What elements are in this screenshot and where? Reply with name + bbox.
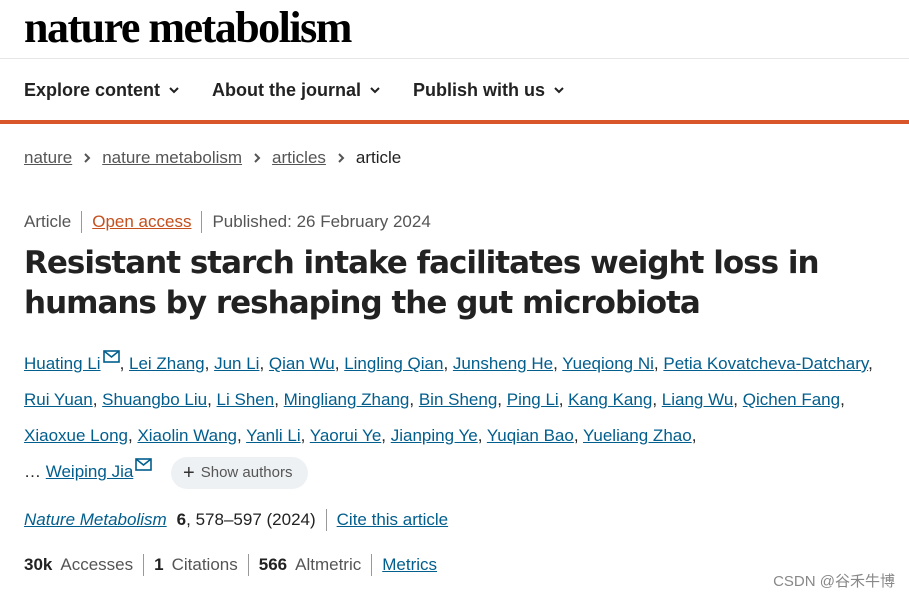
- main-nav: Explore content About the journal Publis…: [24, 76, 597, 104]
- divider: [325, 509, 327, 531]
- author-link[interactable]: Lei Zhang: [129, 354, 205, 373]
- article-type: Article: [24, 212, 72, 231]
- volume: 6: [176, 510, 187, 529]
- show-authors-label: Show authors: [200, 463, 293, 481]
- author-link[interactable]: Kang Kang: [568, 390, 652, 409]
- author-link[interactable]: Yaorui Ye: [310, 426, 382, 445]
- show-authors-button[interactable]: + Show authors: [171, 456, 309, 489]
- article-meta: Article Open access Published: 26 Februa…: [24, 211, 431, 233]
- author-link[interactable]: Yueqiong Ni: [562, 354, 654, 373]
- nav-about-the-journal-label: About the journal: [212, 79, 362, 100]
- chevron-down-icon: [169, 87, 179, 94]
- chevron-right-icon: [254, 153, 261, 163]
- altmetric-label: Altmetric: [295, 555, 362, 574]
- open-access-link[interactable]: Open access: [92, 212, 191, 232]
- author-link[interactable]: Mingliang Zhang: [284, 390, 410, 409]
- nav-publish-with-us[interactable]: Publish with us: [413, 76, 565, 104]
- mail-icon[interactable]: [102, 350, 120, 363]
- plus-icon: +: [183, 461, 195, 484]
- author-link[interactable]: Xiaoxue Long: [24, 426, 128, 445]
- divider: [143, 554, 145, 576]
- author-list: Huating Li, Lei Zhang, Jun Li, Qian Wu, …: [24, 346, 884, 490]
- chevron-right-icon: [338, 153, 345, 163]
- nav-explore-content[interactable]: Explore content: [24, 76, 180, 104]
- citation-line: Nature Metabolism 6 , 578–597 (2024) Cit…: [24, 509, 448, 531]
- metrics-link[interactable]: Metrics: [382, 555, 437, 575]
- journal-name[interactable]: Nature Metabolism: [24, 510, 167, 530]
- author-link[interactable]: Ping Li: [507, 390, 559, 409]
- author-link[interactable]: Li Shen: [217, 390, 275, 409]
- author-link[interactable]: Yueliang Zhao: [583, 426, 692, 445]
- accent-bar: [0, 120, 909, 124]
- author-link[interactable]: Weiping Jia: [46, 462, 134, 481]
- breadcrumb-current: article: [355, 148, 402, 167]
- author-link[interactable]: Lingling Qian: [344, 354, 443, 373]
- article-metrics: 30k Accesses 1 Citations 566 Altmetric M…: [24, 554, 437, 576]
- author-link[interactable]: Xiaolin Wang: [137, 426, 237, 445]
- accesses-count: 30k: [24, 555, 53, 574]
- mail-icon[interactable]: [135, 458, 153, 471]
- author-link[interactable]: Rui Yuan: [24, 390, 93, 409]
- author-link[interactable]: Bin Sheng: [419, 390, 497, 409]
- breadcrumb-nature-metabolism[interactable]: nature metabolism: [102, 148, 242, 168]
- nav-publish-with-us-label: Publish with us: [413, 79, 546, 100]
- divider: [81, 211, 83, 233]
- author-link[interactable]: Junsheng He: [453, 354, 553, 373]
- author-link[interactable]: Qian Wu: [269, 354, 335, 373]
- divider: [371, 554, 373, 576]
- nav-about-the-journal[interactable]: About the journal: [212, 76, 381, 104]
- chevron-down-icon: [370, 87, 380, 94]
- published-date: Published: 26 February 2024: [212, 212, 431, 231]
- chevron-right-icon: [84, 153, 91, 163]
- divider: [201, 211, 203, 233]
- author-link[interactable]: Qichen Fang: [743, 390, 840, 409]
- author-link[interactable]: Liang Wu: [662, 390, 734, 409]
- altmetric-score: 566: [258, 555, 288, 574]
- article-title: Resistant starch intake facilitates weig…: [24, 245, 820, 321]
- header-divider: [0, 58, 909, 59]
- breadcrumb: nature nature metabolism articles articl…: [24, 148, 401, 168]
- divider: [247, 554, 249, 576]
- author-link[interactable]: Petia Kovatcheva-Datchary: [663, 354, 868, 373]
- author-link[interactable]: Jianping Ye: [391, 426, 478, 445]
- nav-explore-content-label: Explore content: [24, 79, 161, 100]
- author-ellipsis: …: [24, 462, 41, 481]
- author-link[interactable]: Huating Li: [24, 354, 101, 373]
- pages-year: , 578–597 (2024): [186, 510, 316, 529]
- citations-count: 1: [154, 555, 164, 574]
- journal-logo[interactable]: nature metabolism: [24, 4, 352, 52]
- cite-this-article-link[interactable]: Cite this article: [337, 510, 448, 530]
- watermark: CSDN @谷禾牛博: [773, 573, 895, 590]
- breadcrumb-articles[interactable]: articles: [272, 148, 326, 168]
- author-link[interactable]: Yuqian Bao: [487, 426, 574, 445]
- author-link[interactable]: Shuangbo Liu: [102, 390, 207, 409]
- citations-label: Citations: [171, 555, 238, 574]
- author-link[interactable]: Yanli Li: [246, 426, 301, 445]
- accesses-label: Accesses: [60, 555, 134, 574]
- breadcrumb-nature[interactable]: nature: [24, 148, 72, 168]
- author-link[interactable]: Jun Li: [214, 354, 259, 373]
- chevron-down-icon: [554, 87, 564, 94]
